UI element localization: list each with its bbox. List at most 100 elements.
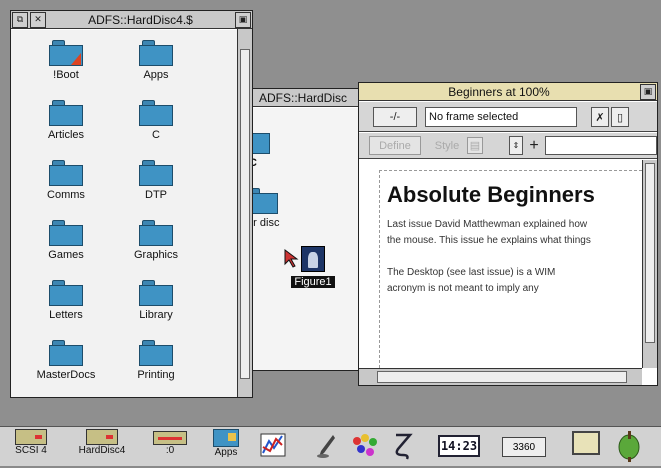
icon-bar: SCSI 4 HardDisc4 :0 Apps 14:23 3360: [0, 426, 661, 466]
hard-drive-icon: [15, 429, 47, 445]
memory-display[interactable]: 3360: [502, 437, 546, 457]
display-manager-icon[interactable]: [570, 431, 602, 455]
style-menu-icon[interactable]: ▤: [467, 137, 483, 154]
folder-icon: [49, 280, 83, 306]
filer-body: !Boot Apps Articles C Comms DTP Games Gr…: [11, 30, 237, 397]
filer-item-comms[interactable]: Comms: [21, 160, 111, 201]
palette-icon: [353, 434, 377, 456]
monitor-icon: [572, 431, 600, 455]
scroll-thumb[interactable]: [377, 371, 627, 383]
toggle-size-button[interactable]: ▣: [640, 83, 656, 100]
toggle-size-button[interactable]: ▣: [235, 11, 251, 28]
filer-item-label: Apps: [143, 69, 169, 81]
task-manager-icon[interactable]: [612, 429, 646, 468]
folder-icon: [139, 160, 173, 186]
add-button[interactable]: +: [525, 136, 543, 155]
scroll-thumb[interactable]: [645, 163, 655, 343]
drawfile-icon: [301, 246, 325, 272]
page-tool-icon[interactable]: ▯: [611, 107, 629, 127]
filer-item-letters[interactable]: Letters: [21, 280, 111, 321]
filer-item-printing[interactable]: Printing: [111, 340, 201, 381]
filer-item-graphics[interactable]: Graphics: [111, 220, 201, 261]
filer-item-label: MasterDocs: [36, 369, 96, 381]
filer-item-label: Library: [139, 309, 173, 321]
apps-icon[interactable]: Apps: [206, 429, 246, 458]
filer-item-boot[interactable]: !Boot: [21, 40, 111, 81]
back-button[interactable]: ⧉: [12, 11, 28, 28]
horizontal-scrollbar[interactable]: [359, 368, 642, 385]
style-button[interactable]: Style: [427, 136, 467, 155]
mouse-pointer-icon: [284, 249, 299, 268]
drive-label: HardDisc4: [78, 445, 126, 456]
window-title: ADFS::HardDisc4.$: [88, 12, 193, 27]
boot-folder-icon: [49, 40, 83, 66]
filer-window-harddisc4[interactable]: ⧉ ✕ ADFS::HardDisc4.$ ▣ !Boot Apps Artic…: [10, 10, 253, 398]
title-bar[interactable]: ⧉ ✕ ADFS::HardDisc4.$ ▣: [11, 11, 252, 29]
window-title: Beginners at 100%: [448, 84, 550, 99]
filer-item-games[interactable]: Games: [21, 220, 111, 261]
filer-item-label: Graphics: [133, 249, 179, 261]
floppy-icon: [153, 431, 187, 445]
folder-icon: [139, 100, 173, 126]
filer-item-label: DTP: [145, 189, 167, 201]
edit-app-icon[interactable]: [314, 433, 338, 464]
paint-app-icon[interactable]: [350, 433, 380, 464]
acorn-icon: [618, 431, 640, 462]
folder-icon: [139, 340, 173, 366]
draw-app-icon[interactable]: [258, 433, 288, 462]
frame-status-field: No frame selected: [425, 107, 577, 127]
filer-item-c[interactable]: C: [111, 100, 201, 141]
frame-nav-button[interactable]: -/-: [373, 107, 417, 127]
filer-item-label: !Boot: [53, 69, 79, 81]
harddisc4-drive-icon[interactable]: HardDisc4: [74, 429, 130, 456]
style-entry-field[interactable]: [545, 136, 657, 155]
document-text-line: Last issue David Matthewman explained ho…: [387, 219, 588, 230]
folder-icon: [49, 100, 83, 126]
drive-label: :0: [165, 445, 175, 456]
style-toolbar: Define Style ▤ ⇕ +: [359, 133, 657, 159]
document-text-line: the mouse. This issue he explains what t…: [387, 235, 591, 246]
document-text-line: acronym is not meant to imply any: [387, 283, 539, 294]
frame-tool-icon[interactable]: ✗: [591, 107, 609, 127]
filer-item-label: Letters: [49, 309, 83, 321]
chart-icon: [260, 433, 286, 457]
vertical-scrollbar[interactable]: [642, 160, 657, 368]
frame-toolbar: -/- No frame selected ✗ ▯: [359, 102, 657, 132]
hard-drive-icon: [86, 429, 118, 445]
folder-icon: [49, 340, 83, 366]
apps-folder-icon: [213, 429, 239, 447]
folder-icon: [49, 160, 83, 186]
document-heading: Absolute Beginners: [387, 182, 595, 207]
filer-item-masterdocs[interactable]: MasterDocs: [21, 340, 111, 381]
file-label: Figure1: [291, 276, 335, 288]
folder-icon: [139, 220, 173, 246]
document-page[interactable]: Absolute Beginners Last issue David Matt…: [359, 160, 642, 368]
font-size-stepper-icon[interactable]: ⇕: [509, 136, 523, 155]
folder-icon: [139, 40, 173, 66]
document-window-beginners[interactable]: Beginners at 100% ▣ -/- No frame selecte…: [358, 82, 658, 386]
scroll-thumb[interactable]: [240, 49, 250, 379]
folder-icon: [49, 220, 83, 246]
drive-label: SCSI 4: [15, 445, 47, 456]
quill-icon: [317, 435, 335, 458]
zeta-app-icon[interactable]: [388, 431, 418, 466]
zeta-icon: [395, 433, 413, 460]
filer-item-dtp[interactable]: DTP: [111, 160, 201, 201]
title-bar[interactable]: Beginners at 100% ▣: [359, 83, 657, 101]
clock-display[interactable]: 14:23: [438, 435, 480, 457]
filer-item-articles[interactable]: Articles: [21, 100, 111, 141]
document-text-line: The Desktop (see last issue) is a WIM: [387, 267, 556, 278]
drive-label: Apps: [214, 447, 238, 458]
scsi-drive-icon[interactable]: SCSI 4: [10, 429, 52, 456]
folder-icon: [139, 280, 173, 306]
filer-item-apps[interactable]: Apps: [111, 40, 201, 81]
define-button[interactable]: Define: [369, 136, 421, 155]
floppy-drive-icon[interactable]: :0: [150, 429, 190, 456]
filer-item-label: Articles: [47, 129, 85, 141]
filer-item-label: Games: [48, 249, 84, 261]
filer-item-library[interactable]: Library: [111, 280, 201, 321]
close-button[interactable]: ✕: [30, 11, 46, 28]
filer-item-label: Comms: [47, 189, 85, 201]
vertical-scrollbar[interactable]: [237, 29, 252, 397]
filer-item-label: C: [152, 129, 160, 141]
